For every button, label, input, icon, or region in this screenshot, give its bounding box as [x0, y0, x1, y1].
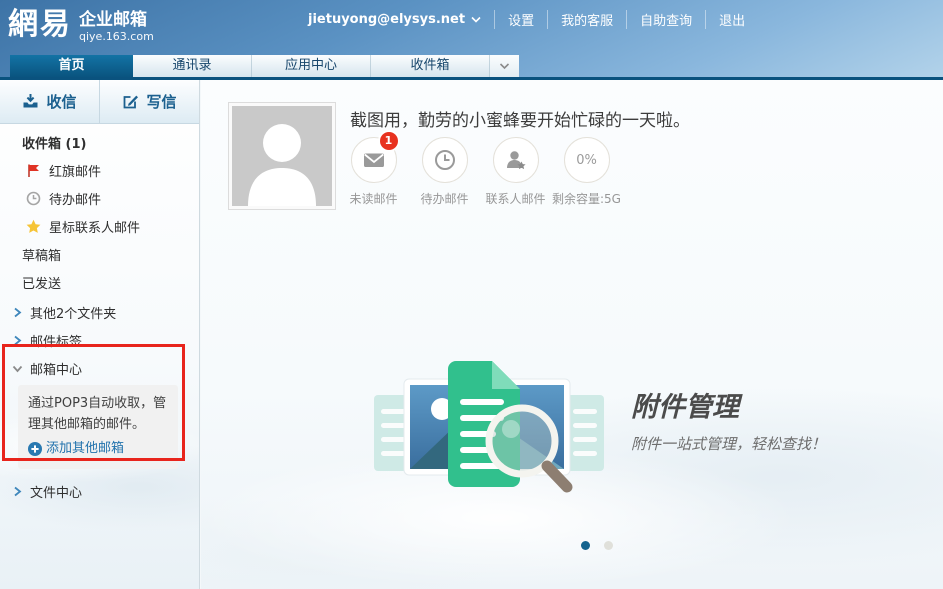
app-logo: 網易 企业邮箱 qiye.163.com	[8, 8, 154, 43]
stat-todo-label: 待办邮件	[420, 190, 468, 207]
logo-netease: 網易	[8, 8, 72, 42]
section-mail-tags[interactable]: 邮件标签	[0, 326, 199, 354]
clock-icon	[26, 191, 41, 206]
folder-list: 收件箱 (1) 红旗邮件 待办邮件 星标联系人邮件 草稿箱 已发送	[0, 128, 199, 296]
plus-circle-icon	[28, 442, 42, 456]
chevron-right-icon	[12, 335, 23, 346]
section-file-center[interactable]: 文件中心	[0, 477, 199, 505]
carousel-dots	[581, 541, 613, 550]
logo-domain: qiye.163.com	[79, 30, 154, 43]
mail-center-description: 通过POP3自动收取，管理其他邮箱的邮件。	[28, 393, 168, 435]
chevron-right-icon	[12, 486, 23, 497]
banner-subtitle: 附件一站式管理，轻松查找！	[631, 433, 826, 454]
contact-star-icon	[504, 148, 528, 172]
avatar[interactable]	[229, 103, 335, 209]
customer-service-link[interactable]: 我的客服	[547, 10, 626, 29]
stat-contact-label: 联系人邮件	[485, 190, 545, 207]
tab-inbox[interactable]: 收件箱	[371, 55, 490, 77]
folder-starred-label: 星标联系人邮件	[49, 217, 140, 236]
chevron-down-icon	[499, 62, 510, 70]
folder-red-flag-label: 红旗邮件	[49, 161, 101, 180]
folder-red-flag-mail[interactable]: 红旗邮件	[0, 156, 199, 184]
folder-sent[interactable]: 已发送	[0, 268, 199, 296]
clock-icon	[433, 148, 457, 172]
section-mail-center-label: 邮箱中心	[30, 359, 82, 378]
mail-center-panel: 通过POP3自动收取，管理其他邮箱的邮件。 添加其他邮箱	[18, 385, 178, 469]
logo-product-name: 企业邮箱	[79, 10, 154, 30]
envelope-icon	[362, 148, 386, 172]
folder-sent-label: 已发送	[22, 273, 61, 292]
logout-link[interactable]: 退出	[705, 10, 758, 29]
folder-starred-contacts-mail[interactable]: 星标联系人邮件	[0, 212, 199, 240]
settings-link[interactable]: 设置	[494, 10, 547, 29]
add-other-mailbox-link[interactable]: 添加其他邮箱	[28, 438, 168, 459]
stat-capacity-label: 剩余容量:5G	[552, 190, 621, 207]
chevron-down-icon	[471, 16, 481, 23]
receive-mail-button[interactable]: 收信	[0, 80, 100, 123]
stat-unread-label: 未读邮件	[349, 190, 397, 207]
banner-title: 附件管理	[631, 385, 826, 424]
section-mail-tags-label: 邮件标签	[30, 331, 82, 350]
stat-contact-mail[interactable]: 联系人邮件	[480, 137, 551, 207]
folder-inbox-label: 收件箱 (1)	[22, 133, 86, 152]
section-file-center-label: 文件中心	[30, 482, 82, 501]
sidebar: 收信 写信 收件箱 (1) 红旗邮件 待办邮件	[0, 80, 200, 589]
compose-mail-label: 写信	[146, 91, 176, 112]
folder-todo-label: 待办邮件	[49, 189, 101, 208]
greeting-text: 截图用，勤劳的小蜜蜂要开始忙碌的一天啦。	[350, 106, 690, 131]
account-menu[interactable]: jietuyong@elysys.net	[308, 12, 481, 27]
chevron-right-icon	[12, 307, 23, 318]
banner-text-block[interactable]: 附件管理 附件一站式管理，轻松查找！	[631, 385, 826, 454]
main-tabs: 首页 通讯录 应用中心 收件箱	[10, 55, 519, 77]
receive-mail-icon	[22, 93, 39, 110]
folder-drafts[interactable]: 草稿箱	[0, 240, 199, 268]
chevron-down-icon	[12, 363, 23, 374]
stat-remaining-capacity[interactable]: 0% 剩余容量:5G	[551, 137, 622, 207]
unread-badge: 1	[380, 132, 398, 150]
account-email: jietuyong@elysys.net	[308, 12, 465, 27]
tab-dropdown-button[interactable]	[490, 55, 519, 77]
section-other-folders[interactable]: 其他2个文件夹	[0, 298, 199, 326]
stat-unread-mail[interactable]: 1 未读邮件	[338, 137, 409, 207]
section-mail-center[interactable]: 邮箱中心	[0, 354, 199, 382]
capacity-percent-value: 0%	[576, 153, 597, 168]
stats-row: 1 未读邮件 待办邮件 联系人邮件	[338, 137, 622, 207]
star-icon	[26, 219, 41, 234]
carousel-dot-1[interactable]	[581, 541, 590, 550]
compose-mail-button[interactable]: 写信	[100, 80, 199, 123]
tab-contacts[interactable]: 通讯录	[133, 55, 252, 77]
attachment-manager-illustration[interactable]	[370, 357, 608, 493]
receive-mail-label: 收信	[46, 91, 76, 112]
carousel-dot-2[interactable]	[604, 541, 613, 550]
person-silhouette-icon	[232, 106, 332, 206]
section-other-folders-label: 其他2个文件夹	[30, 303, 116, 322]
top-nav-links: 设置 我的客服 自助查询 退出	[481, 10, 758, 29]
sidebar-sections: 其他2个文件夹 邮件标签 邮箱中心 通过POP3自动收取，管理其他邮箱的邮件。 …	[0, 298, 199, 505]
self-service-query-link[interactable]: 自助查询	[626, 10, 705, 29]
red-flag-icon	[26, 163, 41, 178]
folder-todo-mail[interactable]: 待办邮件	[0, 184, 199, 212]
add-other-mailbox-label: 添加其他邮箱	[46, 438, 124, 459]
compose-mail-icon	[122, 93, 139, 110]
stat-todo-mail[interactable]: 待办邮件	[409, 137, 480, 207]
folder-drafts-label: 草稿箱	[22, 245, 61, 264]
main-content: 截图用，勤劳的小蜜蜂要开始忙碌的一天啦。 1 未读邮件 待办邮件	[201, 80, 943, 589]
tab-app-center[interactable]: 应用中心	[252, 55, 371, 77]
tab-home[interactable]: 首页	[10, 55, 133, 77]
folder-inbox[interactable]: 收件箱 (1)	[0, 128, 199, 156]
